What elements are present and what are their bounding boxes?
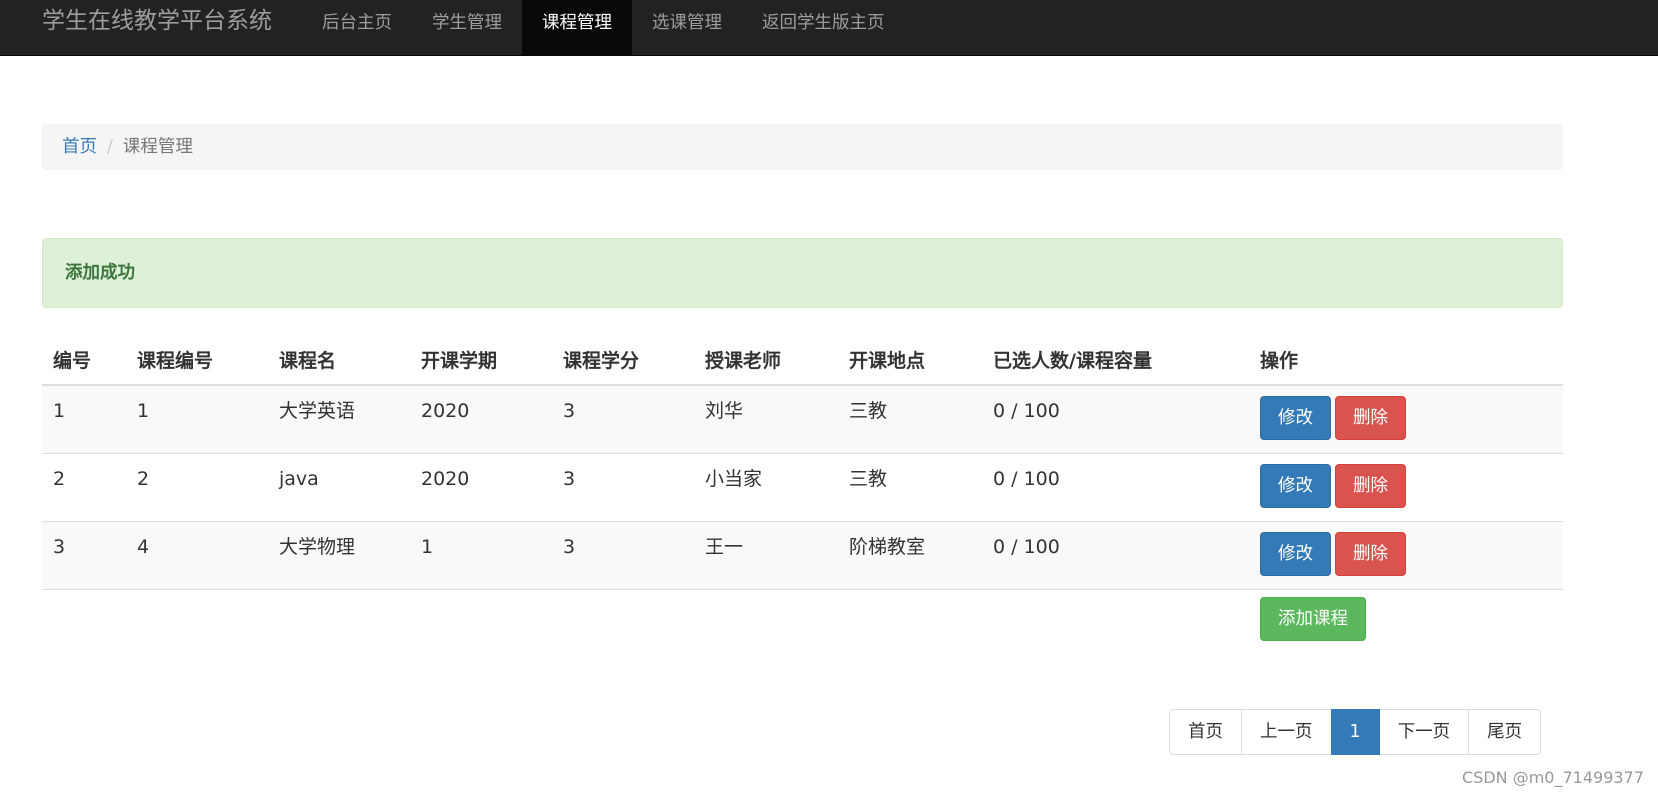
cell-actions: 修改 删除 (1249, 521, 1563, 590)
cell-capacity: 0 / 100 (982, 453, 1249, 522)
brand-title[interactable]: 学生在线教学平台系统 (42, 0, 272, 43)
nav-item-enrollment-management[interactable]: 选课管理 (632, 0, 742, 56)
cell-semester: 2020 (410, 453, 552, 522)
cell-id: 2 (42, 453, 126, 522)
success-alert: 添加成功 (42, 238, 1563, 308)
breadcrumb-home-link[interactable]: 首页 (62, 137, 97, 157)
cell-capacity: 0 / 100 (982, 521, 1249, 590)
edit-button[interactable]: 修改 (1260, 396, 1331, 440)
header-teacher: 授课老师 (694, 334, 838, 386)
add-course-button[interactable]: 添加课程 (1260, 596, 1366, 641)
cell-id: 3 (42, 521, 126, 590)
edit-button[interactable]: 修改 (1260, 531, 1331, 576)
header-id: 编号 (42, 334, 126, 386)
cell-course-code: 1 (126, 385, 268, 454)
page-last-button[interactable]: 尾页 (1468, 709, 1542, 755)
cell-credits: 3 (552, 385, 694, 454)
add-row-actions: 添加课程 (1249, 589, 1563, 657)
page-next-button[interactable]: 下一页 (1378, 709, 1470, 755)
cell-semester: 2020 (410, 385, 552, 454)
page-current-button[interactable]: 1 (1330, 709, 1380, 755)
cell-location: 阶梯教室 (838, 521, 982, 590)
cell-teacher: 小当家 (694, 453, 838, 522)
cell-teacher: 刘华 (694, 385, 838, 454)
header-semester: 开课学期 (410, 334, 552, 386)
delete-button[interactable]: 删除 (1335, 531, 1406, 576)
cell-actions: 修改 删除 (1249, 453, 1563, 522)
add-course-row: 添加课程 (42, 589, 1563, 657)
header-location: 开课地点 (838, 334, 982, 386)
header-course-code: 课程编号 (126, 334, 268, 386)
cell-course-code: 4 (126, 521, 268, 590)
table-row: 1 1 大学英语 2020 3 刘华 三教 0 / 100 修改 删除 (42, 385, 1563, 454)
cell-id: 1 (42, 385, 126, 454)
pagination: 首页 上一页 1 下一页 尾页 (1169, 709, 1542, 755)
cell-capacity: 0 / 100 (982, 385, 1249, 454)
main-nav: 后台主页 学生管理 课程管理 选课管理 返回学生版主页 (302, 0, 905, 56)
cell-course-name: java (268, 453, 410, 522)
cell-location: 三教 (838, 453, 982, 522)
header-actions: 操作 (1249, 334, 1563, 386)
cell-course-name: 大学物理 (268, 521, 410, 590)
nav-item-dashboard[interactable]: 后台主页 (302, 0, 412, 56)
add-row-spacer (42, 589, 1249, 657)
cell-semester: 1 (410, 521, 552, 590)
nav-item-course-management[interactable]: 课程管理 (522, 0, 632, 56)
nav-item-student-management[interactable]: 学生管理 (412, 0, 522, 56)
cell-course-code: 2 (126, 453, 268, 522)
delete-button[interactable]: 删除 (1335, 396, 1406, 440)
cell-teacher: 王一 (694, 521, 838, 590)
top-navbar: 学生在线教学平台系统 后台主页 学生管理 课程管理 选课管理 返回学生版主页 (0, 0, 1658, 56)
page-prev-button[interactable]: 上一页 (1241, 709, 1332, 755)
delete-button[interactable]: 删除 (1335, 463, 1406, 508)
table-header-row: 编号 课程编号 课程名 开课学期 课程学分 授课老师 开课地点 已选人数/课程容… (42, 334, 1563, 386)
cell-course-name: 大学英语 (268, 385, 410, 454)
course-table: 编号 课程编号 课程名 开课学期 课程学分 授课老师 开课地点 已选人数/课程容… (42, 334, 1563, 657)
cell-credits: 3 (552, 521, 694, 590)
nav-item-student-home[interactable]: 返回学生版主页 (742, 0, 905, 56)
breadcrumb-separator: / (107, 137, 113, 157)
table-row: 3 4 大学物理 1 3 王一 阶梯教室 0 / 100 修改 删除 (42, 521, 1563, 590)
page-first-button[interactable]: 首页 (1169, 709, 1242, 755)
cell-location: 三教 (838, 385, 982, 454)
cell-actions: 修改 删除 (1249, 385, 1563, 454)
table-row: 2 2 java 2020 3 小当家 三教 0 / 100 修改 删除 (42, 453, 1563, 522)
header-capacity: 已选人数/课程容量 (982, 334, 1249, 386)
watermark: CSDN @m0_71499377 (1462, 768, 1644, 787)
cell-credits: 3 (552, 453, 694, 522)
header-course-name: 课程名 (268, 334, 410, 386)
header-credits: 课程学分 (552, 334, 694, 386)
breadcrumb: 首页 / 课程管理 (42, 124, 1563, 170)
breadcrumb-current: 课程管理 (122, 137, 193, 157)
edit-button[interactable]: 修改 (1260, 463, 1331, 508)
